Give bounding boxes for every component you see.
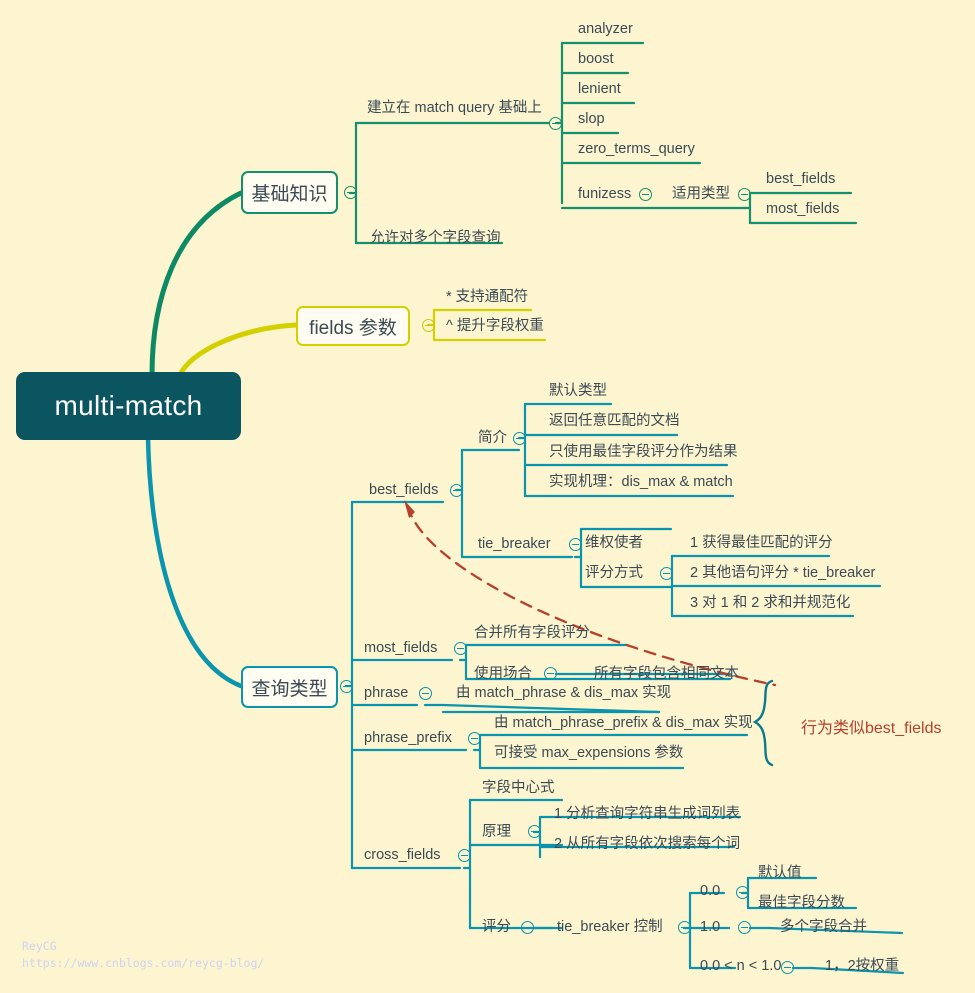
- label-value-00-best: 最佳字段分数: [758, 895, 845, 911]
- label-analyzer: analyzer: [578, 21, 633, 37]
- mindmap-canvas: multi-match 基础知识 fields 参数 查询类型 建立在 matc…: [0, 0, 975, 993]
- toggle-built-on-match[interactable]: [549, 117, 562, 130]
- label-default-type: 默认类型: [549, 383, 607, 399]
- label-funizess: funizess: [578, 186, 632, 202]
- label-multi-field-query: 允许对多个字段查询: [370, 230, 501, 246]
- label-score: 评分: [482, 919, 511, 935]
- label-zero-terms-query: zero_terms_query: [578, 141, 695, 157]
- annotation-text: 行为类似best_fields: [801, 720, 942, 737]
- node-query-type[interactable]: 查询类型: [241, 666, 338, 708]
- node-basic-knowledge[interactable]: 基础知识: [241, 171, 338, 214]
- toggle-value-10[interactable]: [738, 921, 751, 934]
- label-value-10: 1.0: [700, 919, 721, 935]
- label-principle: 原理: [482, 824, 511, 840]
- mindmap-connectors: [145, 41, 905, 975]
- edge-root-qtype: [145, 434, 244, 689]
- label-phrase: phrase: [364, 685, 409, 701]
- label-merge-all: 合并所有字段评分: [474, 625, 590, 641]
- toggle-value-n[interactable]: [781, 961, 794, 974]
- watermark: ReyCG https://www.cnblogs.com/reycg-blog…: [22, 938, 264, 972]
- toggle-applicable-types[interactable]: [738, 188, 751, 201]
- label-value-n: 0.0 < n < 1.0: [700, 958, 782, 974]
- label-most-fields: most_fields: [364, 640, 438, 656]
- label-value-00: 0.0: [700, 883, 721, 899]
- toggle-fields-param[interactable]: [422, 319, 435, 332]
- label-score-1: 1 获得最佳匹配的评分: [690, 535, 833, 551]
- annotation-arrow-head: [404, 500, 415, 518]
- label-defender: 维权使者: [585, 535, 643, 551]
- node-basic-knowledge-label: 基础知识: [251, 184, 328, 205]
- label-wildcard: * 支持通配符: [446, 289, 529, 305]
- label-best-fields-top: best_fields: [766, 171, 836, 187]
- label-same-text: 所有字段包含相同文本: [594, 666, 739, 682]
- label-score-2: 2 其他语句评分 * tie_breaker: [690, 565, 876, 581]
- edge-root-basic: [149, 190, 244, 378]
- label-return-any: 返回任意匹配的文档: [549, 413, 680, 429]
- node-fields-param-label: fields 参数: [309, 317, 397, 339]
- label-applicable-types: 适用类型: [672, 186, 730, 202]
- toggle-query-type[interactable]: [340, 680, 353, 693]
- toggle-most-fields[interactable]: [454, 642, 467, 655]
- toggle-tb-control[interactable]: [678, 921, 691, 934]
- curly-brace: [752, 679, 774, 767]
- label-cross-fields: cross_fields: [364, 847, 441, 863]
- label-score-3: 3 对 1 和 2 求和并规范化: [690, 595, 851, 611]
- label-tie-breaker: tie_breaker: [478, 536, 551, 552]
- toggle-use-case[interactable]: [544, 667, 557, 680]
- toggle-score[interactable]: [521, 921, 534, 934]
- root-node-label: multi-match: [54, 390, 203, 421]
- toggle-funizess[interactable]: [639, 188, 652, 201]
- label-use-case: 使用场合: [474, 666, 532, 682]
- label-most-fields-top: most_fields: [766, 201, 840, 217]
- label-scoring-way: 评分方式: [585, 565, 643, 581]
- root-node[interactable]: multi-match: [16, 372, 241, 440]
- toggle-principle[interactable]: [528, 825, 541, 838]
- toggle-value-00[interactable]: [736, 886, 749, 899]
- label-value-00-default: 默认值: [758, 865, 802, 881]
- toggle-phrase[interactable]: [419, 687, 432, 700]
- label-pp-param: 可接受 max_expensions 参数: [494, 745, 684, 761]
- label-value-10-merge: 多个字段合并: [780, 919, 867, 935]
- toggle-scoring-way[interactable]: [660, 567, 673, 580]
- label-principle-1: 1 分析查询字符串生成词列表: [554, 806, 741, 822]
- label-only-best: 只使用最佳字段评分作为结果: [549, 444, 738, 460]
- toggle-intro[interactable]: [513, 432, 526, 445]
- toggle-best-fields[interactable]: [450, 484, 463, 497]
- label-field-centric: 字段中心式: [482, 780, 555, 796]
- label-mechanism: 实现机理：dis_max & match: [549, 474, 733, 490]
- toggle-tie-breaker[interactable]: [569, 538, 582, 551]
- label-tb-control: tie_breaker 控制: [557, 919, 663, 935]
- label-phrase-impl: 由 match_phrase & dis_max 实现: [456, 685, 672, 701]
- label-intro: 简介: [478, 430, 507, 446]
- label-boost: boost: [578, 51, 614, 67]
- label-slop: slop: [578, 111, 605, 127]
- edge-root-fields: [177, 322, 299, 378]
- toggle-basic-knowledge[interactable]: [344, 186, 357, 199]
- watermark-line2: https://www.cnblogs.com/reycg-blog/: [22, 956, 265, 970]
- label-best-fields: best_fields: [369, 482, 439, 498]
- node-fields-param[interactable]: fields 参数: [296, 306, 410, 346]
- label-value-n-weight: 1，2按权重: [825, 958, 900, 974]
- label-pp-impl: 由 match_phrase_prefix & dis_max 实现: [494, 715, 753, 731]
- label-built-on-match: 建立在 match query 基础上: [367, 100, 542, 116]
- node-query-type-label: 查询类型: [251, 678, 328, 700]
- label-boost-weight: ^ 提升字段权重: [446, 318, 544, 334]
- toggle-phrase-prefix[interactable]: [468, 732, 481, 745]
- watermark-line1: ReyCG: [22, 939, 57, 953]
- toggle-cross-fields[interactable]: [458, 849, 471, 862]
- label-phrase-prefix: phrase_prefix: [364, 730, 452, 746]
- label-principle-2: 2 从所有字段依次搜索每个词: [554, 836, 741, 852]
- label-lenient: lenient: [578, 81, 621, 97]
